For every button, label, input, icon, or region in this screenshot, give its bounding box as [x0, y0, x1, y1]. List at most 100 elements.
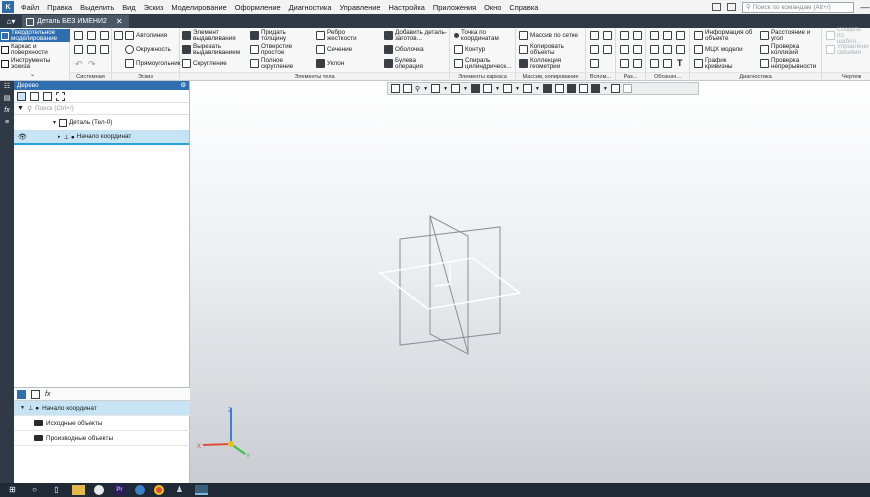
tab-document[interactable]: Деталь БЕЗ ИМЕНИ2 ✕	[22, 15, 129, 28]
collisions-button[interactable]: Проверка коллизий	[760, 43, 811, 56]
close-icon[interactable]: ✕	[116, 17, 123, 26]
bottom-row-derived[interactable]: Производные объекты	[14, 431, 190, 446]
print-icon[interactable]	[74, 45, 83, 54]
copy-icon[interactable]	[87, 45, 96, 54]
grid-array-button[interactable]: Массив по сетке	[519, 29, 578, 42]
boolean-button[interactable]: Булева операция	[384, 57, 435, 70]
cut-body-icon[interactable]	[633, 45, 642, 54]
menu-file[interactable]: Файл	[17, 3, 43, 12]
expand-arrow-icon[interactable]: ▼	[52, 120, 57, 126]
layout-icon[interactable]	[712, 3, 721, 11]
create-template-button[interactable]: Создать по шабло...	[826, 27, 869, 44]
menu-sketch[interactable]: Эскиз	[140, 3, 168, 12]
detail-icon[interactable]	[633, 59, 642, 68]
mcc-button[interactable]: МЦХ модели	[694, 43, 743, 56]
leader-icon[interactable]	[650, 59, 659, 68]
mode-solid-modeling[interactable]: Твердотельное моделирование	[0, 29, 70, 42]
tree-flat-icon[interactable]	[30, 91, 39, 101]
tree-row-origin[interactable]: 👁 ▸ ⊥ ● Начало координат	[14, 130, 189, 145]
trim-icon[interactable]	[620, 45, 629, 54]
menu-diagnostics[interactable]: Диагностика	[285, 3, 336, 12]
tree-icon[interactable]: ☷	[0, 81, 14, 93]
extrude-button[interactable]: Элемент выдавливания	[182, 29, 243, 42]
tree-icon[interactable]	[17, 389, 26, 399]
aux-point-icon[interactable]	[603, 45, 612, 54]
fillet-button[interactable]: Скругление	[182, 57, 227, 70]
variables-icon[interactable]: fx	[0, 105, 14, 117]
menu-icon[interactable]: ≡	[0, 117, 14, 129]
aux-axis-icon[interactable]	[603, 31, 612, 40]
windows-start-icon[interactable]: ⊞	[6, 485, 19, 495]
collapse-arrow-icon[interactable]: ▸	[58, 134, 61, 140]
menu-edit[interactable]: Правка	[43, 3, 76, 12]
menu-control[interactable]: Управление	[335, 3, 384, 12]
tree-structure-icon[interactable]	[17, 91, 26, 101]
redo-icon[interactable]: ↷	[88, 59, 96, 70]
tree-row-part[interactable]: ▼ Деталь (Тел-0)	[14, 115, 189, 130]
distance-angle-button[interactable]: Расстояние и угол	[760, 29, 819, 42]
bottom-row-origin[interactable]: ▼ ⊥ ● Начало координат	[14, 401, 190, 416]
contour-button[interactable]: Контур	[454, 43, 485, 56]
menu-view[interactable]: Вид	[118, 3, 139, 12]
point-button[interactable]: Точка по координатам	[454, 29, 513, 42]
properties-icon[interactable]: ▤	[0, 93, 14, 105]
filter-icon[interactable]: ▼	[17, 105, 24, 112]
full-round-button[interactable]: Полное скругление	[250, 57, 301, 70]
command-search-input[interactable]: ⚲ Поиск по командам (Alt+/)	[742, 1, 854, 13]
thicken-button[interactable]: Придать толщину	[250, 29, 301, 42]
properties-icon[interactable]	[31, 389, 40, 399]
aux-plane-icon[interactable]	[590, 31, 599, 40]
open-file-icon[interactable]	[87, 31, 96, 40]
paste-icon[interactable]	[100, 45, 109, 54]
copy-objects-button[interactable]: Копировать объекты	[519, 43, 574, 56]
section-button[interactable]: Сечение	[316, 43, 352, 56]
manage-links-button[interactable]: Управление связями	[826, 43, 869, 56]
premiere-icon[interactable]: Pr	[113, 485, 126, 495]
mark-icon[interactable]	[663, 59, 672, 68]
kompas-icon[interactable]	[195, 485, 208, 495]
undo-icon[interactable]: ↶	[75, 59, 83, 70]
section-plane-icon[interactable]	[620, 31, 629, 40]
shell-button[interactable]: Оболочка	[384, 43, 424, 56]
tolerance-icon[interactable]	[676, 45, 685, 54]
continuity-button[interactable]: Проверка непрерывности	[760, 57, 821, 70]
steam-icon[interactable]: ♟	[173, 485, 186, 495]
save-icon[interactable]	[100, 31, 109, 40]
yandex-icon[interactable]	[94, 485, 104, 495]
sheet-icon[interactable]	[620, 59, 629, 68]
expand-chevron-icon[interactable]: ⌄	[30, 71, 35, 78]
object-info-button[interactable]: Информация об объекте	[694, 29, 757, 42]
radius-icon[interactable]	[663, 31, 672, 40]
rectangle-button[interactable]: Прямоугольник	[125, 57, 181, 70]
hole-button[interactable]: Отверстие простое	[250, 43, 301, 56]
tree-group-icon[interactable]	[43, 91, 52, 101]
menu-help[interactable]: Справка	[505, 3, 542, 12]
spiral-button[interactable]: Спираль цилиндрическ...	[454, 57, 517, 70]
angle-icon[interactable]	[676, 31, 685, 40]
mode-sketch-tools[interactable]: Инструменты эскиза	[0, 57, 70, 70]
menu-window[interactable]: Окно	[480, 3, 505, 12]
cut-extrude-button[interactable]: Вырезать выдавливанием	[182, 43, 249, 56]
sketch-icon[interactable]	[114, 31, 123, 40]
menu-design[interactable]: Оформление	[231, 3, 285, 12]
file-explorer-icon[interactable]	[72, 485, 85, 495]
3d-viewport[interactable]: ⚲ ▼ ▼ ▼ ▼ ▼ ▼ ▼ Z X Y	[190, 81, 870, 483]
expand-arrow-icon[interactable]: ▼	[20, 405, 25, 411]
minimize-icon[interactable]: —	[860, 2, 870, 12]
aux-cs-icon[interactable]	[590, 59, 599, 68]
bottom-row-source[interactable]: Исходные объекты	[14, 416, 190, 431]
eye-icon[interactable]: 👁	[18, 133, 27, 141]
tree-search[interactable]: ▼ ⚲ Поиск (Ctrl+/)	[14, 103, 189, 115]
aux-line-icon[interactable]	[590, 45, 599, 54]
kompas-logo-icon[interactable]: K	[2, 1, 14, 13]
split-icon[interactable]	[633, 31, 642, 40]
text-icon[interactable]: T	[677, 58, 683, 68]
autoline-button[interactable]: Автолиния	[125, 29, 167, 42]
search-icon[interactable]: ○	[28, 485, 41, 495]
roughness-icon[interactable]	[650, 45, 659, 54]
fullscreen-icon[interactable]	[727, 3, 736, 11]
menu-select[interactable]: Выделить	[76, 3, 118, 12]
tree-search-input[interactable]: Поиск (Ctrl+/)	[35, 105, 74, 112]
draft-button[interactable]: Уклон	[316, 57, 344, 70]
add-blank-button[interactable]: Добавить деталь-заготов...	[384, 29, 449, 42]
